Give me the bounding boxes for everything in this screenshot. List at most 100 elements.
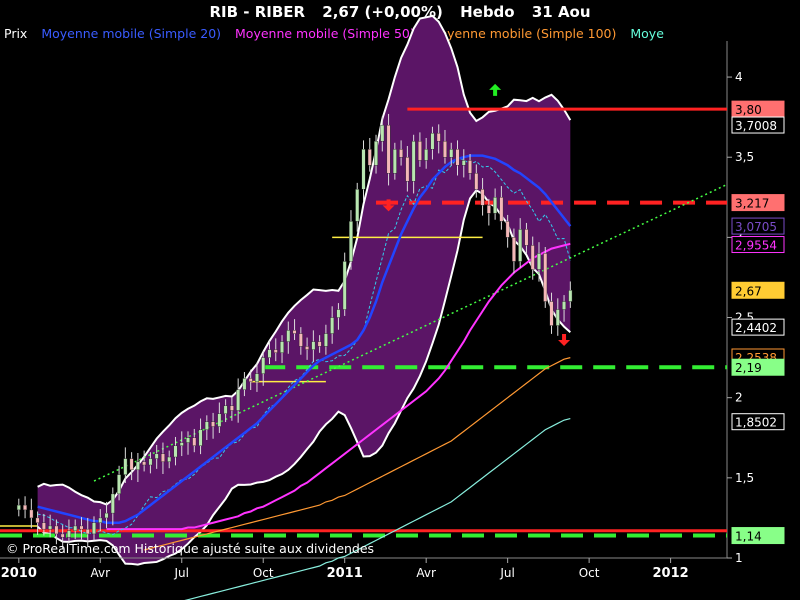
candle-body — [67, 530, 71, 538]
candle-body — [386, 124, 391, 174]
candle-body — [518, 229, 523, 262]
candle-body — [568, 290, 573, 302]
candle-body — [167, 456, 172, 463]
candle-body — [336, 309, 341, 318]
candle-body — [537, 253, 541, 270]
price-label-text: 3,7008 — [735, 119, 777, 133]
candle-body — [267, 349, 272, 358]
candle-body — [110, 493, 115, 514]
candle-body — [85, 528, 90, 535]
candle-body — [161, 453, 165, 463]
candle-body — [342, 261, 347, 310]
candle-body — [198, 429, 203, 446]
arrow-up-icon — [489, 83, 502, 96]
candle-body — [255, 373, 259, 382]
candle-body — [330, 317, 335, 334]
candle-body — [474, 173, 479, 190]
candle-body — [468, 160, 472, 174]
price-label-text: 3,0705 — [735, 220, 777, 234]
candle-body — [79, 525, 84, 530]
candle-body — [29, 509, 34, 519]
candle-body — [317, 341, 322, 347]
candle-body — [461, 160, 466, 166]
price-label-text: 3,217 — [735, 197, 769, 211]
candle-body — [23, 504, 27, 511]
candle-body — [480, 189, 485, 206]
candle-body — [524, 229, 529, 246]
candle-body — [148, 458, 153, 466]
candle-body — [16, 504, 21, 511]
candle-body — [104, 512, 109, 519]
candle-body — [41, 522, 46, 530]
candle-body — [229, 405, 234, 411]
y-tick-label: 2 — [735, 391, 743, 405]
candle-body — [35, 517, 40, 523]
candle-body — [367, 149, 372, 166]
candle-body — [117, 474, 122, 495]
candle-body — [355, 189, 360, 222]
x-tick-label: Jul — [499, 566, 514, 580]
x-tick-label: Jul — [174, 566, 189, 580]
y-tick-label: 3,5 — [735, 150, 754, 164]
y-tick-label: 1 — [735, 551, 743, 565]
candle-body — [236, 389, 241, 411]
candle-body — [549, 301, 554, 326]
candle-body — [261, 357, 266, 374]
candle-body — [430, 132, 435, 150]
candle-body — [98, 517, 103, 523]
x-tick-label: 2012 — [653, 566, 689, 581]
candle-body — [555, 309, 560, 326]
candle-body — [142, 461, 147, 466]
candle-body — [399, 149, 404, 158]
x-tick-label: 2010 — [1, 566, 37, 581]
candle-body — [449, 149, 454, 158]
candle-body — [223, 405, 228, 414]
candle-body — [443, 140, 447, 158]
x-tick-label: Oct — [579, 566, 600, 580]
candle-body — [154, 453, 159, 459]
candle-body — [436, 132, 441, 142]
candle-body — [543, 253, 548, 302]
price-label-text: 1,14 — [735, 530, 762, 544]
arrow-down-icon — [558, 333, 571, 346]
candle-body — [562, 301, 566, 310]
candle-body — [349, 221, 353, 262]
candle-body — [179, 442, 184, 446]
price-chart[interactable]: 11,522,533,54 2010AvrJulOct2011AvrJulOct… — [0, 0, 800, 600]
candle-body — [311, 341, 316, 350]
candle-body — [424, 149, 429, 161]
candle-body — [499, 197, 504, 222]
candle-body — [186, 437, 190, 443]
candle-body — [60, 533, 65, 538]
candle-body — [505, 221, 510, 238]
copyright-text: © ProRealTime.com Historique ajusté suit… — [6, 541, 375, 556]
price-label-text: 2,4402 — [735, 321, 777, 335]
candle-body — [192, 437, 197, 446]
candle-body — [242, 378, 247, 390]
candle-body — [486, 205, 491, 214]
candle-body — [135, 461, 140, 471]
candle-body — [411, 140, 416, 182]
x-tick-label: Avr — [91, 566, 111, 580]
candle-body — [217, 413, 222, 427]
x-axis: 2010 Avr Jul Oct 2011 Avr Jul Oct 2012 — [1, 558, 689, 581]
x-tick-label: Avr — [416, 566, 436, 580]
candle-body — [417, 140, 422, 161]
candle-body — [248, 378, 253, 382]
candle-body — [374, 140, 378, 166]
y-axis: 11,522,533,54 — [727, 70, 754, 565]
candle-body — [292, 330, 297, 334]
candle-body — [305, 346, 310, 350]
price-label-text: 2,19 — [735, 361, 762, 375]
candle-body — [361, 149, 366, 190]
price-label-text: 2,9554 — [735, 239, 777, 253]
candle-body — [173, 445, 178, 458]
candle-body — [405, 157, 410, 182]
candle-body — [48, 525, 53, 530]
candle-body — [323, 333, 328, 347]
candle-body — [123, 458, 128, 475]
candle-body — [380, 124, 385, 142]
candle-body — [280, 341, 284, 354]
price-label-text: 2,67 — [735, 284, 762, 298]
candle-body — [286, 330, 291, 342]
